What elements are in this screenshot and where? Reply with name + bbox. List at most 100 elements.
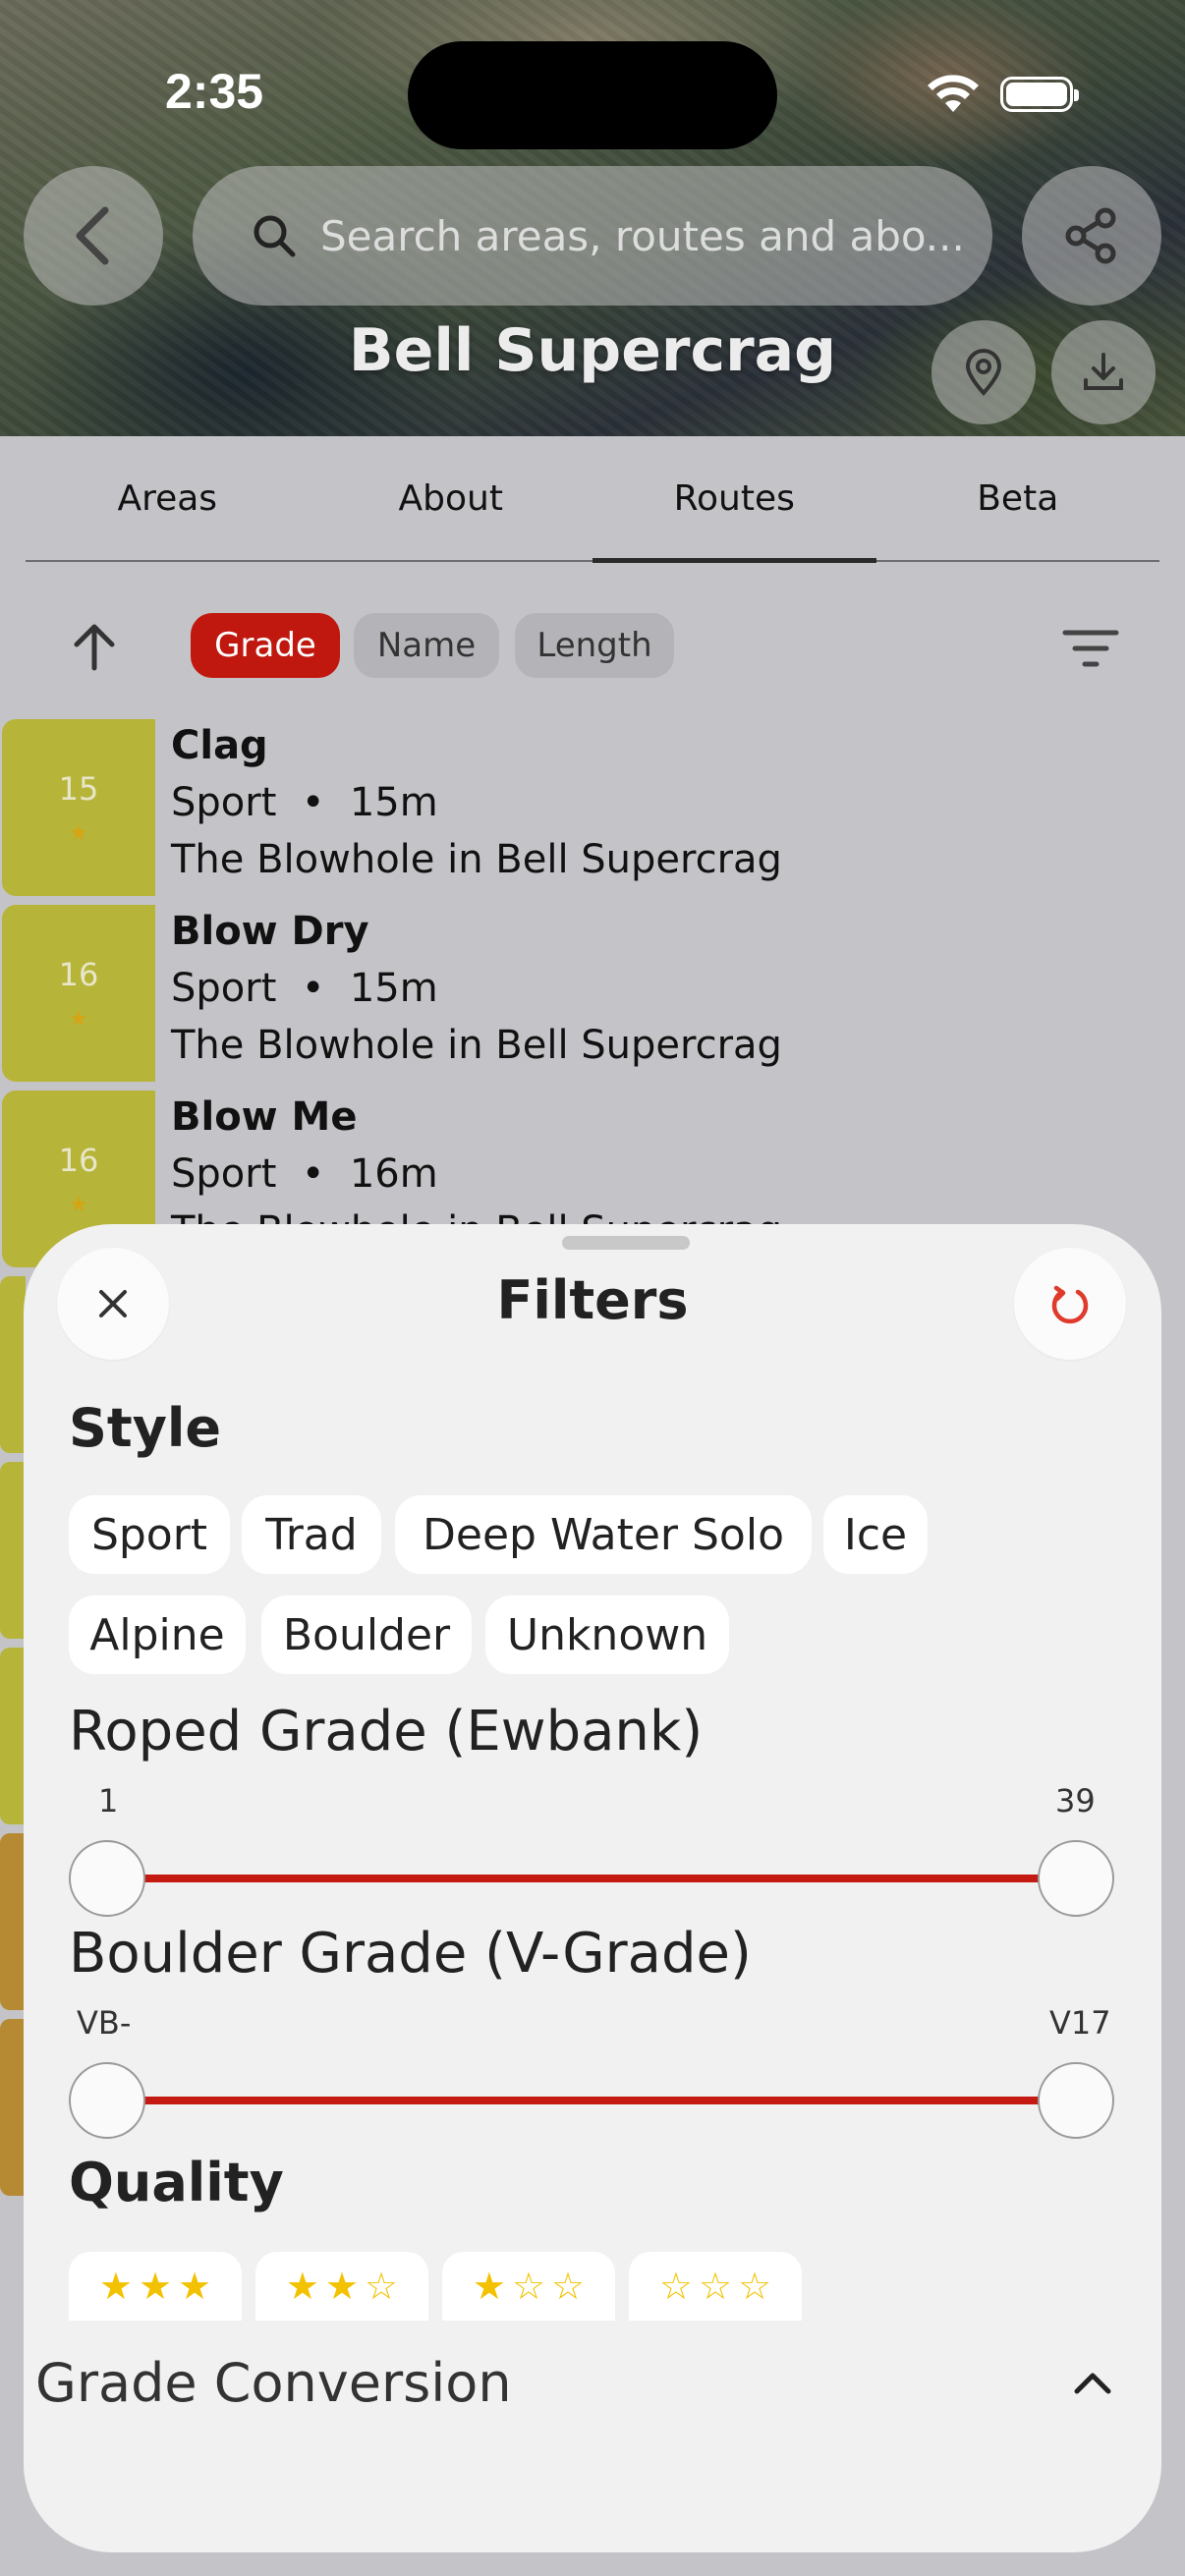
reset-icon bbox=[1051, 1285, 1089, 1324]
tab-about[interactable]: About bbox=[310, 436, 593, 560]
boulder-grade-min-label: VB- bbox=[77, 2004, 132, 2042]
chevron-up-icon bbox=[1074, 2373, 1111, 2394]
route-style: Sport bbox=[171, 780, 277, 825]
star-outline-icon: ☆ bbox=[698, 2265, 733, 2308]
route-name: Blow Me bbox=[171, 1094, 358, 1140]
tab-bar: Areas About Routes Beta bbox=[26, 436, 1160, 563]
quality-chip-0-stars[interactable]: ☆ ☆ ☆ bbox=[629, 2252, 802, 2321]
route-grade: 15 bbox=[58, 769, 99, 808]
wifi-icon bbox=[928, 75, 979, 112]
filter-icon[interactable] bbox=[1061, 627, 1120, 670]
search-bar[interactable] bbox=[193, 166, 992, 306]
route-name: Blow Dry bbox=[171, 909, 369, 954]
style-chip-trad[interactable]: Trad bbox=[242, 1495, 381, 1574]
crag-header-photo: 2:35 Bell Supercrag bbox=[0, 0, 1185, 436]
tab-routes[interactable]: Routes bbox=[592, 436, 876, 563]
style-chip-alpine[interactable]: Alpine bbox=[69, 1596, 246, 1674]
style-heading: Style bbox=[69, 1397, 222, 1459]
style-chip-unknown[interactable]: Unknown bbox=[485, 1596, 729, 1674]
route-row[interactable]: 16 ★ Blow Dry Sport • 15m The Blowhole i… bbox=[0, 905, 1185, 1084]
route-meta: Sport • 16m bbox=[171, 1151, 438, 1197]
route-style: Sport bbox=[171, 966, 277, 1011]
sheet-title: Filters bbox=[496, 1269, 689, 1331]
sort-direction-arrow-up-icon[interactable] bbox=[69, 621, 120, 672]
star-filled-icon: ★ bbox=[285, 2265, 319, 2308]
star-outline-icon: ☆ bbox=[658, 2265, 693, 2308]
share-button[interactable] bbox=[1022, 166, 1161, 306]
meta-separator: • bbox=[301, 780, 325, 825]
roped-grade-heading: Roped Grade (Ewbank) bbox=[69, 1700, 704, 1764]
sort-chip-name[interactable]: Name bbox=[354, 613, 499, 678]
star-filled-icon: ★ bbox=[324, 2265, 360, 2308]
search-icon bbox=[254, 215, 296, 257]
location-pin-icon bbox=[965, 349, 1002, 396]
boulder-grade-slider-track bbox=[108, 2097, 1081, 2104]
grade-conversion-row[interactable]: Grade Conversion bbox=[24, 2332, 1161, 2438]
roped-grade-slider-track bbox=[108, 1875, 1081, 1882]
boulder-grade-max-label: V17 bbox=[1049, 2004, 1111, 2042]
route-grade-strip bbox=[0, 1276, 26, 1453]
boulder-grade-min-handle[interactable] bbox=[69, 2062, 145, 2139]
route-name: Clag bbox=[171, 723, 268, 768]
chevron-left-icon bbox=[76, 206, 109, 265]
share-icon bbox=[1065, 207, 1116, 264]
star-outline-icon: ☆ bbox=[511, 2265, 546, 2308]
route-star-icon: ★ bbox=[69, 1006, 88, 1032]
roped-grade-min-handle[interactable] bbox=[69, 1840, 145, 1917]
route-grade-strip bbox=[0, 2019, 26, 2196]
roped-grade-max-label: 39 bbox=[1055, 1782, 1096, 1820]
meta-separator: • bbox=[301, 1151, 325, 1197]
boulder-grade-heading: Boulder Grade (V-Grade) bbox=[69, 1922, 752, 1986]
search-input[interactable] bbox=[320, 211, 992, 260]
route-length: 15m bbox=[349, 780, 438, 825]
roped-grade-min-label: 1 bbox=[98, 1782, 119, 1820]
battery-icon bbox=[1000, 77, 1079, 112]
quality-chip-1-star[interactable]: ★ ☆ ☆ bbox=[442, 2252, 615, 2321]
route-row[interactable]: 15 ★ Clag Sport • 15m The Blowhole in Be… bbox=[0, 719, 1185, 898]
tab-beta[interactable]: Beta bbox=[876, 436, 1160, 560]
roped-grade-max-handle[interactable] bbox=[1038, 1840, 1114, 1917]
route-star-icon: ★ bbox=[69, 1192, 88, 1217]
quality-heading: Quality bbox=[69, 2152, 284, 2213]
route-meta: Sport • 15m bbox=[171, 780, 438, 825]
route-grade-badge: 15 ★ bbox=[2, 719, 155, 896]
sort-chip-grade[interactable]: Grade bbox=[191, 613, 340, 678]
sort-bar: Grade Name Length bbox=[0, 613, 1185, 682]
style-chip-boulder[interactable]: Boulder bbox=[261, 1596, 472, 1674]
quality-chip-3-stars[interactable]: ★ ★ ★ bbox=[69, 2252, 242, 2321]
boulder-grade-max-handle[interactable] bbox=[1038, 2062, 1114, 2139]
download-button[interactable] bbox=[1051, 320, 1156, 424]
route-location: The Blowhole in Bell Supercrag bbox=[171, 837, 782, 882]
route-grade-strip bbox=[0, 1648, 26, 1824]
star-filled-icon: ★ bbox=[138, 2265, 173, 2308]
back-button[interactable] bbox=[24, 166, 163, 306]
style-chip-sport[interactable]: Sport bbox=[69, 1495, 230, 1574]
route-grade-badge: 16 ★ bbox=[2, 905, 155, 1082]
star-filled-icon: ★ bbox=[178, 2265, 212, 2308]
route-grade-strip bbox=[0, 1462, 26, 1639]
tab-areas[interactable]: Areas bbox=[26, 436, 310, 560]
route-meta: Sport • 15m bbox=[171, 966, 438, 1011]
route-grade: 16 bbox=[58, 955, 99, 993]
map-location-button[interactable] bbox=[931, 320, 1036, 424]
filters-sheet: Filters Style Sport Trad Deep Water Solo… bbox=[24, 1224, 1161, 2552]
status-time: 2:35 bbox=[165, 64, 264, 119]
reset-filters-button[interactable] bbox=[1014, 1248, 1126, 1360]
star-outline-icon: ☆ bbox=[365, 2265, 399, 2308]
download-icon bbox=[1084, 353, 1123, 390]
route-location: The Blowhole in Bell Supercrag bbox=[171, 1023, 782, 1068]
style-chip-deep-water-solo[interactable]: Deep Water Solo bbox=[395, 1495, 812, 1574]
star-filled-icon: ★ bbox=[98, 2265, 133, 2308]
quality-chip-2-stars[interactable]: ★ ★ ☆ bbox=[255, 2252, 428, 2321]
route-length: 15m bbox=[349, 966, 438, 1011]
route-grade: 16 bbox=[58, 1141, 99, 1179]
meta-separator: • bbox=[301, 966, 325, 1011]
route-star-icon: ★ bbox=[69, 820, 88, 846]
route-grade-strip bbox=[0, 1833, 26, 2010]
sort-chip-length[interactable]: Length bbox=[515, 613, 674, 678]
route-length: 16m bbox=[349, 1151, 438, 1197]
route-style: Sport bbox=[171, 1151, 277, 1197]
style-chip-ice[interactable]: Ice bbox=[823, 1495, 928, 1574]
star-outline-icon: ☆ bbox=[738, 2265, 772, 2308]
sheet-grabber[interactable] bbox=[562, 1236, 690, 1250]
